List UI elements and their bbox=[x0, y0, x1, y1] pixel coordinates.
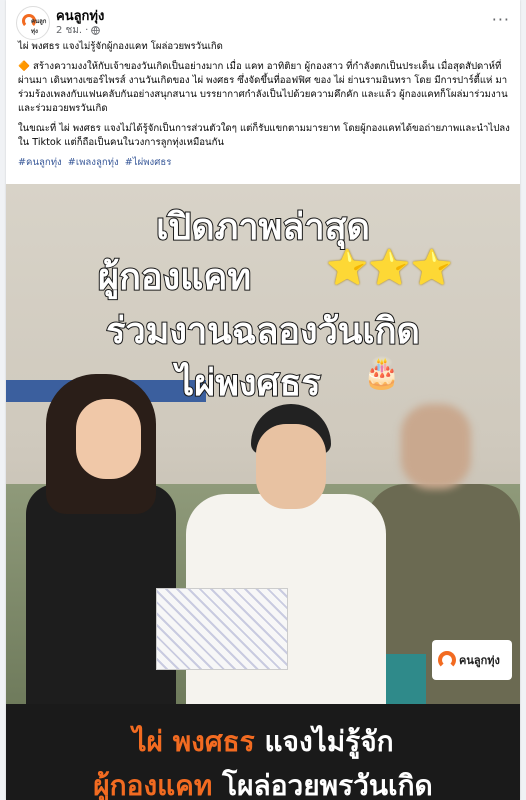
diamond-icon: 🔶 bbox=[18, 61, 30, 72]
more-options-icon[interactable]: ··· bbox=[492, 10, 510, 29]
headline-banner: ไผ่ พงศธร แจงไม่รู้จัก ผู้กองแคท โผล่อวย… bbox=[6, 704, 520, 800]
post-body: ไผ่ พงศธร แจงไม่รู้จักผู้กองแคท โผล่อวยพ… bbox=[18, 40, 512, 176]
watermark-text: คนลูกทุ่ง bbox=[459, 654, 500, 667]
avatar-text: คนลูกทุ่ง bbox=[31, 18, 47, 35]
hashtag-link[interactable]: #ไผ่พงศธร bbox=[125, 157, 172, 168]
timestamp[interactable]: 2 ชม. bbox=[56, 23, 82, 38]
banner-line-1-text: แจงไม่รู้จัก bbox=[264, 725, 394, 758]
banner-line-1-highlight: ไผ่ พงศธร bbox=[132, 725, 255, 758]
banner-line-2: ผู้กองแคท โผล่อวยพรวันเกิด bbox=[6, 764, 520, 800]
hashtag-link[interactable]: #เพลงลูกทุ่ง bbox=[68, 157, 119, 168]
banner-line-2-highlight: ผู้กองแคท bbox=[93, 769, 213, 800]
post-header: คนลูกทุ่ง คนลูกทุ่ง 2 ชม. · ··· bbox=[6, 0, 520, 44]
page-avatar[interactable]: คนลูกทุ่ง bbox=[16, 6, 50, 40]
banner-line-2-text: โผล่อวยพรวันเกิด bbox=[222, 769, 433, 800]
woman-body bbox=[26, 484, 176, 704]
globe-icon bbox=[91, 26, 101, 35]
post-paragraph-2: ในขณะที่ ไผ่ พงศธร แจงไม่ได้รู้จักเป็นกา… bbox=[18, 123, 510, 148]
blurred-face bbox=[401, 404, 471, 489]
image-title-name: ไผ่พงศธร bbox=[175, 362, 322, 405]
image-title-line-4: ไผ่พงศธร bbox=[6, 354, 520, 411]
man-center-face bbox=[256, 424, 326, 509]
image-title-line-1: เปิดภาพล่าสุด bbox=[155, 206, 371, 249]
post-paragraph-text: สร้างความงงให้กับเจ้าของวันเกิดเป็นอย่าง… bbox=[18, 61, 508, 114]
banner-line-1: ไผ่ พงศธร แจงไม่รู้จัก bbox=[6, 720, 520, 764]
star-icons: ⭐⭐⭐ bbox=[326, 248, 454, 288]
post-headline: ไผ่ พงศธร แจงไม่รู้จักผู้กองแคท โผล่อวยพ… bbox=[18, 41, 223, 52]
post-paragraph: 🔶 สร้างความงงให้กับเจ้าของวันเกิดเป็นอย่… bbox=[18, 60, 512, 116]
hashtag-link[interactable]: #คนลูกทุ่ง bbox=[18, 157, 62, 168]
watermark-logo: คนลูกทุ่ง bbox=[432, 640, 512, 680]
hashtags: #คนลูกทุ่ง #เพลงลูกทุ่ง #ไผ่พงศธร bbox=[18, 156, 512, 170]
woman-face bbox=[76, 399, 141, 479]
cake-icon: 🎂 bbox=[363, 356, 401, 391]
logo-icon bbox=[438, 651, 456, 669]
post-card: คนลูกทุ่ง คนลูกทุ่ง 2 ชม. · ··· ไผ่ พงศธ… bbox=[6, 0, 520, 800]
image-title-text: ผู้กองแคท bbox=[97, 256, 252, 299]
image-title-line-3: ร่วมงานฉลองวันเกิด bbox=[105, 310, 421, 353]
post-photo[interactable]: เปิดภาพล่าสุด ผู้กองแคท ⭐⭐⭐ ร่วมงานฉลองว… bbox=[6, 184, 520, 800]
post-meta: 2 ชม. · bbox=[56, 23, 101, 38]
gift-box bbox=[156, 588, 288, 670]
meta-separator: · bbox=[85, 25, 89, 36]
